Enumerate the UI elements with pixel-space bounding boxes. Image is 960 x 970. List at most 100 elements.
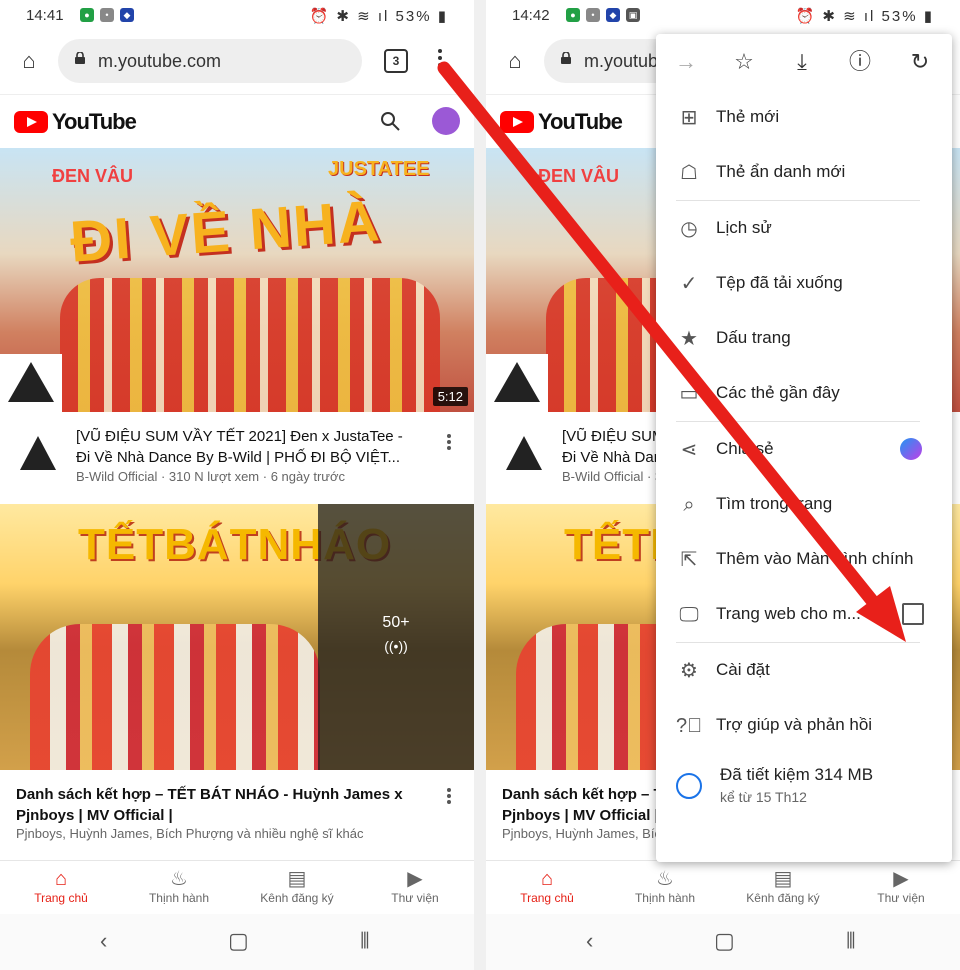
nav-home[interactable]: ⌂ Trang chủ (492, 867, 602, 905)
plus-box-icon: ⊞ (680, 107, 698, 129)
nav-library[interactable]: ▶ Thư viện (846, 867, 956, 905)
nav-home[interactable]: ⌂ Trang chủ (6, 867, 116, 905)
nav-subscriptions[interactable]: ▤ Kênh đăng ký (728, 867, 838, 905)
status-bar: 14:41 ● • ◆ ⏰ ✱ ≋ ıl 53% ▮ (0, 0, 474, 34)
browser-toolbar: ⌂ m.youtube.com 3 (0, 36, 474, 88)
nav-trending[interactable]: ♨ Thịnh hành (610, 867, 720, 905)
playlist-thumbnail[interactable]: TẾTBÁTNHÁO 50+ ((•)) (0, 504, 474, 770)
channel-watermark (486, 354, 548, 412)
shield-icon: ◆ (120, 8, 134, 22)
nav-library[interactable]: ▶ Thư viện (360, 867, 470, 905)
nav-subscriptions[interactable]: ▤ Kênh đăng ký (242, 867, 352, 905)
menu-item-bookmarks[interactable]: ★ Dấu trang (656, 311, 952, 366)
video-subtitle: B-Wild Official · 310 N lượt xem · 6 ngà… (76, 469, 346, 484)
playlist-meta: Danh sách kết hợp – TẾT BÁT NHÁO - Huỳnh… (0, 770, 474, 858)
youtube-header: YouTube (0, 94, 474, 149)
home-icon[interactable]: ⌂ (500, 46, 530, 76)
menu-item-incognito[interactable]: ☖ Thẻ ẩn danh mới (656, 145, 952, 200)
notification-icon: • (100, 8, 114, 22)
system-navigation: ‹ ▢ ⦀ (486, 914, 960, 970)
menu-item-help[interactable]: ?⃝ Trợ giúp và phản hồi (656, 698, 952, 753)
home-button-icon[interactable]: ▢ (714, 928, 735, 954)
info-icon[interactable]: ⓘ (846, 48, 874, 76)
find-in-page-icon: ⌕ (683, 494, 695, 516)
menu-item-desktop-site[interactable]: 🖵 Trang web cho m... (656, 587, 952, 642)
library-icon: ▶ (407, 868, 423, 890)
flame-icon: ♨ (656, 868, 674, 890)
back-icon[interactable]: ‹ (586, 928, 593, 954)
bottom-navigation: ⌂ Trang chủ ♨ Thịnh hành ▤ Kênh đăng ký ▶ Th… (0, 860, 474, 915)
refresh-icon[interactable]: ↻ (906, 48, 934, 76)
tab-switcher-button[interactable]: 3 (384, 49, 408, 73)
nav-trending[interactable]: ♨ Thịnh hành (124, 867, 234, 905)
status-time: 14:41 (26, 7, 64, 24)
thumbnail-text: ĐEN VÂU (538, 166, 620, 186)
menu-item-data-saved[interactable]: Đã tiết kiệm 314 MB kể từ 15 Th12 (656, 753, 952, 817)
devices-icon: ▭ (679, 383, 699, 405)
history-icon: ◷ (680, 218, 698, 240)
notification-icon: • (586, 8, 600, 22)
desktop-site-checkbox[interactable] (902, 603, 924, 625)
star-icon[interactable]: ☆ (730, 48, 758, 76)
menu-item-share[interactable]: ⋖ Chia sẻ (656, 422, 952, 477)
shield-icon: ◆ (606, 8, 620, 22)
download-done-icon: ✓ (680, 273, 698, 295)
desktop-icon: 🖵 (679, 604, 699, 626)
playlist-more-button[interactable] (444, 786, 454, 810)
video-meta: [VŨ ĐIỆU SUM VẦY TẾT 2021] Đen x JustaTe… (0, 414, 474, 504)
lock-icon (561, 52, 571, 64)
battery-status: ⏰ ✱ ≋ ıl 53% ▮ (309, 8, 448, 25)
flame-icon: ♨ (170, 868, 188, 890)
more-options-button[interactable] (432, 46, 448, 76)
left-screenshot: 14:41 ● • ◆ ⏰ ✱ ≋ ıl 53% ▮ ⌂ m.youtube.c… (0, 0, 474, 970)
share-icon: ⋖ (680, 439, 698, 461)
thumbnail-text: ĐEN VÂU (52, 166, 134, 186)
home-icon: ⌂ (540, 868, 554, 890)
menu-item-find-in-page[interactable]: ⌕ Tìm trong trang (656, 477, 952, 532)
subscriptions-icon: ▤ (287, 868, 307, 890)
menu-item-settings[interactable]: ⚙ Cài đặt (656, 643, 952, 698)
gauge-icon (676, 773, 702, 799)
menu-item-new-tab[interactable]: ⊞ Thẻ mới (656, 90, 952, 145)
address-bar[interactable]: m.youtube.com (58, 39, 362, 83)
notification-icon: ● (80, 8, 94, 22)
lock-icon (75, 52, 85, 64)
menu-item-recent-tabs[interactable]: ▭ Các thẻ gần đây (656, 366, 952, 421)
notification-icon: ● (566, 8, 580, 22)
recents-icon[interactable]: ⦀ (846, 928, 856, 954)
settings-icon: ⚙ (680, 660, 698, 682)
channel-avatar[interactable] (504, 434, 544, 474)
avatar[interactable] (432, 107, 460, 135)
channel-avatar[interactable] (18, 434, 58, 474)
menu-item-downloads[interactable]: ✓ Tệp đã tải xuống (656, 256, 952, 311)
playlist-subtitle: Pjnboys, Huỳnh James, Bích Phượng và nhi… (16, 826, 364, 841)
right-screenshot: 14:42 ● • ◆ ▣ ⏰ ✱ ≋ ıl 53% ▮ ⌂ m.youtub … (486, 0, 960, 970)
add-to-home-icon: ⇱ (680, 549, 698, 571)
search-icon[interactable] (378, 109, 402, 133)
messenger-icon[interactable] (900, 438, 922, 460)
help-icon: ?⃝ (676, 715, 703, 737)
url-text: m.youtub (584, 51, 659, 71)
mix-icon: ((•)) (384, 638, 408, 654)
menu-item-add-to-home[interactable]: ⇱ Thêm vào Màn hình chính (656, 532, 952, 587)
bottom-navigation: ⌂ Trang chủ ♨ Thịnh hành ▤ Kênh đăng ký ▶ Th… (486, 860, 960, 915)
home-icon: ⌂ (54, 868, 68, 890)
home-icon[interactable]: ⌂ (14, 46, 44, 76)
subscriptions-icon: ▤ (773, 868, 793, 890)
video-more-button[interactable] (444, 432, 454, 456)
incognito-icon: ☖ (680, 162, 698, 184)
back-icon[interactable]: ‹ (100, 928, 107, 954)
download-icon[interactable]: ⤓ (788, 48, 816, 76)
url-text: m.youtube.com (98, 51, 222, 71)
playlist-count: 50+ (382, 614, 410, 631)
menu-item-history[interactable]: ◷ Lịch sử (656, 201, 952, 256)
menu-toolbar: → ☆ ⤓ ⓘ ↻ (656, 34, 952, 90)
library-icon: ▶ (893, 868, 909, 890)
home-button-icon[interactable]: ▢ (228, 928, 249, 954)
playlist-title[interactable]: Danh sách kết hợp – TẾT BÁT NHÁO - Huỳnh… (16, 784, 416, 826)
recents-icon[interactable]: ⦀ (360, 928, 370, 954)
video-title[interactable]: [VŨ ĐIỆU SUM VẦY TẾT 2021] Đen x JustaTe… (76, 426, 416, 468)
thumbnail-text: JUSTATEE (328, 158, 430, 180)
forward-icon[interactable]: → (672, 48, 700, 76)
video-thumbnail[interactable]: ĐEN VÂU ĐI VỀ NHÀ JUSTATEE 5:12 (0, 148, 474, 412)
